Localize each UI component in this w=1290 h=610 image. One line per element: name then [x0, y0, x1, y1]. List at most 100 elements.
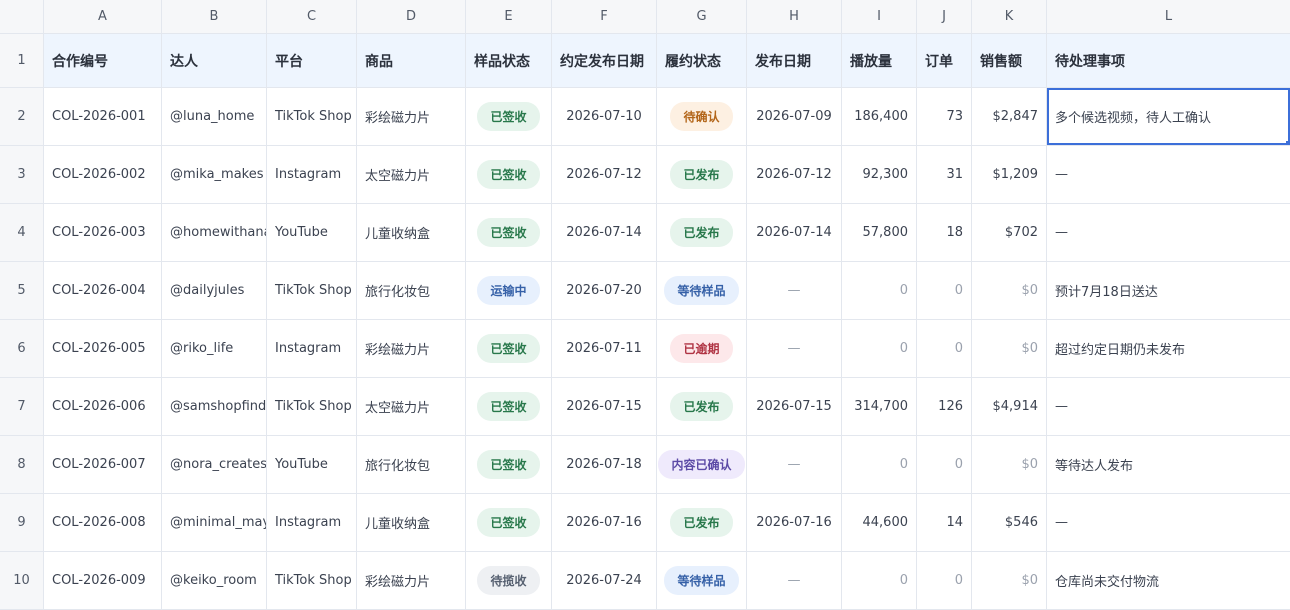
- row-number[interactable]: 9: [0, 494, 44, 551]
- cell-fulfillment-status[interactable]: 已发布: [657, 204, 747, 261]
- cell-creator[interactable]: @nora_creates: [162, 436, 267, 493]
- cell-todo[interactable]: —: [1047, 146, 1290, 203]
- column-header-b[interactable]: B: [162, 0, 267, 33]
- column-header-d[interactable]: D: [357, 0, 466, 33]
- cell-sample-status[interactable]: 已签收: [466, 378, 552, 435]
- cell-publish-date[interactable]: —: [747, 262, 842, 319]
- cell-platform[interactable]: TikTok Shop: [267, 378, 357, 435]
- cell-sample-status[interactable]: 已签收: [466, 88, 552, 145]
- cell-orders[interactable]: 14: [917, 494, 972, 551]
- cell-platform[interactable]: Instagram: [267, 146, 357, 203]
- cell-id[interactable]: COL-2026-002: [44, 146, 162, 203]
- row-number[interactable]: 5: [0, 262, 44, 319]
- cell-sample-status[interactable]: 已签收: [466, 204, 552, 261]
- cell-agreed-date[interactable]: 2026-07-24: [552, 552, 657, 609]
- cell-fulfillment-status[interactable]: 内容已确认: [657, 436, 747, 493]
- cell-orders[interactable]: 126: [917, 378, 972, 435]
- header-cell-product[interactable]: 商品: [357, 34, 466, 87]
- cell-fulfillment-status[interactable]: 已发布: [657, 494, 747, 551]
- cell-product[interactable]: 彩绘磁力片: [357, 552, 466, 609]
- cell-sales[interactable]: $0: [972, 320, 1047, 377]
- header-cell-creator[interactable]: 达人: [162, 34, 267, 87]
- cell-todo[interactable]: —: [1047, 204, 1290, 261]
- row-number[interactable]: 6: [0, 320, 44, 377]
- column-header-f[interactable]: F: [552, 0, 657, 33]
- cell-creator[interactable]: @homewithana: [162, 204, 267, 261]
- cell-fulfillment-status[interactable]: 等待样品: [657, 262, 747, 319]
- cell-publish-date[interactable]: 2026-07-14: [747, 204, 842, 261]
- cell-todo[interactable]: 仓库尚未交付物流: [1047, 552, 1290, 609]
- cell-product[interactable]: 太空磁力片: [357, 378, 466, 435]
- header-cell-orders[interactable]: 订单: [917, 34, 972, 87]
- cell-orders[interactable]: 18: [917, 204, 972, 261]
- cell-orders[interactable]: 31: [917, 146, 972, 203]
- cell-orders[interactable]: 73: [917, 88, 972, 145]
- cell-agreed-date[interactable]: 2026-07-11: [552, 320, 657, 377]
- cell-fulfillment-status[interactable]: 已发布: [657, 378, 747, 435]
- cell-sample-status[interactable]: 已签收: [466, 146, 552, 203]
- cell-publish-date[interactable]: 2026-07-15: [747, 378, 842, 435]
- cell-product[interactable]: 太空磁力片: [357, 146, 466, 203]
- cell-id[interactable]: COL-2026-003: [44, 204, 162, 261]
- cell-fulfillment-status[interactable]: 待确认: [657, 88, 747, 145]
- cell-agreed-date[interactable]: 2026-07-12: [552, 146, 657, 203]
- cell-creator[interactable]: @minimal_may: [162, 494, 267, 551]
- column-header-i[interactable]: I: [842, 0, 917, 33]
- cell-product[interactable]: 儿童收纳盒: [357, 204, 466, 261]
- cell-sample-status[interactable]: 运输中: [466, 262, 552, 319]
- header-cell-todo[interactable]: 待处理事项: [1047, 34, 1290, 87]
- cell-sales[interactable]: $0: [972, 262, 1047, 319]
- cell-fulfillment-status[interactable]: 等待样品: [657, 552, 747, 609]
- select-all-corner[interactable]: [0, 0, 44, 33]
- cell-publish-date[interactable]: 2026-07-09: [747, 88, 842, 145]
- cell-platform[interactable]: TikTok Shop: [267, 88, 357, 145]
- header-cell-sample-status[interactable]: 样品状态: [466, 34, 552, 87]
- cell-creator[interactable]: @dailyjules: [162, 262, 267, 319]
- cell-platform[interactable]: YouTube: [267, 436, 357, 493]
- cell-agreed-date[interactable]: 2026-07-16: [552, 494, 657, 551]
- cell-platform[interactable]: Instagram: [267, 320, 357, 377]
- cell-views[interactable]: 0: [842, 436, 917, 493]
- cell-sales[interactable]: $0: [972, 436, 1047, 493]
- cell-platform[interactable]: TikTok Shop: [267, 552, 357, 609]
- cell-publish-date[interactable]: —: [747, 436, 842, 493]
- cell-id[interactable]: COL-2026-001: [44, 88, 162, 145]
- cell-views[interactable]: 92,300: [842, 146, 917, 203]
- row-number[interactable]: 7: [0, 378, 44, 435]
- cell-todo[interactable]: —: [1047, 494, 1290, 551]
- column-header-g[interactable]: G: [657, 0, 747, 33]
- header-cell-id[interactable]: 合作编号: [44, 34, 162, 87]
- column-header-l[interactable]: L: [1047, 0, 1290, 33]
- row-number[interactable]: 8: [0, 436, 44, 493]
- cell-sales[interactable]: $4,914: [972, 378, 1047, 435]
- row-number[interactable]: 4: [0, 204, 44, 261]
- cell-product[interactable]: 儿童收纳盒: [357, 494, 466, 551]
- cell-product[interactable]: 旅行化妆包: [357, 262, 466, 319]
- cell-views[interactable]: 186,400: [842, 88, 917, 145]
- cell-sample-status[interactable]: 已签收: [466, 436, 552, 493]
- column-header-e[interactable]: E: [466, 0, 552, 33]
- cell-creator[interactable]: @riko_life: [162, 320, 267, 377]
- cell-product[interactable]: 旅行化妆包: [357, 436, 466, 493]
- row-number[interactable]: 3: [0, 146, 44, 203]
- cell-publish-date[interactable]: —: [747, 320, 842, 377]
- cell-views[interactable]: 57,800: [842, 204, 917, 261]
- cell-agreed-date[interactable]: 2026-07-15: [552, 378, 657, 435]
- cell-sample-status[interactable]: 已签收: [466, 494, 552, 551]
- header-cell-agreed-date[interactable]: 约定发布日期: [552, 34, 657, 87]
- cell-product[interactable]: 彩绘磁力片: [357, 88, 466, 145]
- cell-creator[interactable]: @keiko_room: [162, 552, 267, 609]
- cell-id[interactable]: COL-2026-004: [44, 262, 162, 319]
- cell-todo[interactable]: 等待达人发布: [1047, 436, 1290, 493]
- cell-sales[interactable]: $702: [972, 204, 1047, 261]
- cell-sales[interactable]: $2,847: [972, 88, 1047, 145]
- column-header-k[interactable]: K: [972, 0, 1047, 33]
- cell-product[interactable]: 彩绘磁力片: [357, 320, 466, 377]
- cell-sample-status[interactable]: 已签收: [466, 320, 552, 377]
- selected-cell[interactable]: 多个候选视频，待人工确认: [1047, 88, 1290, 145]
- cell-creator[interactable]: @luna_home: [162, 88, 267, 145]
- cell-orders[interactable]: 0: [917, 552, 972, 609]
- header-cell-fulfillment-status[interactable]: 履约状态: [657, 34, 747, 87]
- row-number[interactable]: 2: [0, 88, 44, 145]
- cell-sample-status[interactable]: 待揽收: [466, 552, 552, 609]
